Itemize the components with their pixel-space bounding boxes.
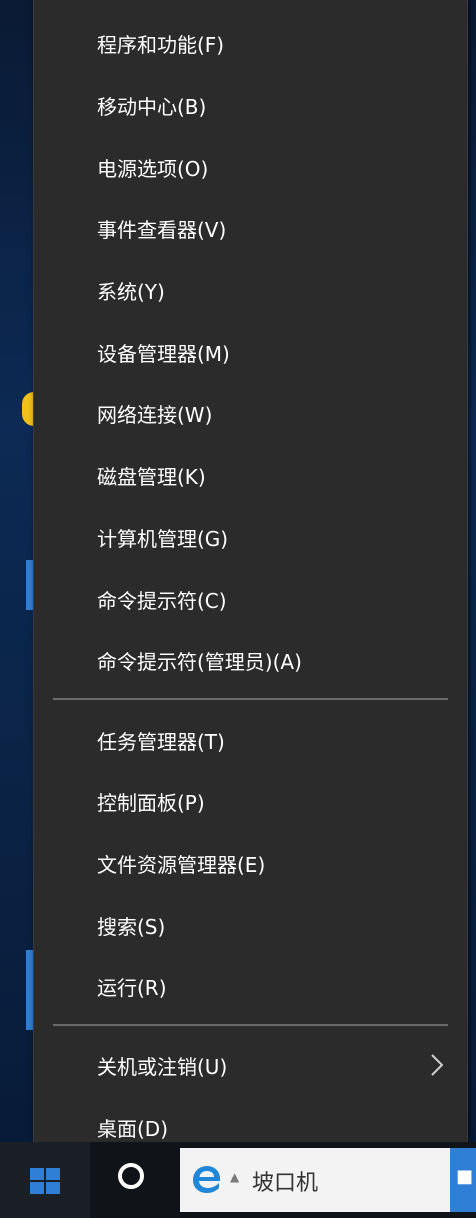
menu-item-label: 文件资源管理器(E) xyxy=(97,852,266,877)
menu-item-label: 事件查看器(V) xyxy=(97,217,227,242)
menu-item-label: 任务管理器(T) xyxy=(97,729,225,754)
menu-item-run[interactable]: 运行(R) xyxy=(34,957,467,1015)
taskbar-pinned-app[interactable]: ■ xyxy=(450,1148,476,1212)
menu-item-search[interactable]: 搜索(S) xyxy=(34,896,467,954)
menu-item-task-manager[interactable]: 任务管理器(T) xyxy=(34,711,467,769)
menu-item-label: 命令提示符(管理员)(A) xyxy=(97,649,302,674)
menu-separator xyxy=(53,698,448,700)
menu-item-label: 桌面(D) xyxy=(97,1116,169,1141)
menu-item-power-options[interactable]: 电源选项(O) xyxy=(34,138,467,196)
chevron-right-icon xyxy=(431,1054,443,1076)
menu-item-label: 控制面板(P) xyxy=(97,790,205,815)
menu-item-mobility-center[interactable]: 移动中心(B) xyxy=(34,76,467,134)
taskbar-search-text: 坡口机 xyxy=(252,1171,319,1196)
menu-item-shutdown-signout[interactable]: 关机或注销(U) xyxy=(34,1036,467,1094)
menu-item-label: 搜索(S) xyxy=(97,914,166,939)
menu-item-label: 关机或注销(U) xyxy=(97,1054,228,1079)
menu-item-label: 程序和功能(F) xyxy=(97,32,225,57)
menu-item-system[interactable]: 系统(Y) xyxy=(34,261,467,319)
windows-logo-icon[interactable] xyxy=(30,1168,60,1194)
menu-item-label: 系统(Y) xyxy=(97,279,165,304)
menu-item-event-viewer[interactable]: 事件查看器(V) xyxy=(34,199,467,257)
menu-item-label: 命令提示符(C) xyxy=(97,588,227,613)
menu-item-label: 运行(R) xyxy=(97,975,167,1000)
winx-context-menu: 程序和功能(F) 移动中心(B) 电源选项(O) 事件查看器(V) 系统(Y) … xyxy=(33,0,468,1173)
menu-item-network-connections[interactable]: 网络连接(W) xyxy=(34,384,467,442)
caret-up-icon: ▲ xyxy=(230,1170,240,1184)
menu-item-disk-management[interactable]: 磁盘管理(K) xyxy=(34,446,467,504)
menu-item-label: 网络连接(W) xyxy=(97,402,213,427)
menu-item-programs-features[interactable]: 程序和功能(F) xyxy=(34,14,467,72)
menu-item-label: 磁盘管理(K) xyxy=(97,464,206,489)
menu-separator xyxy=(53,1024,448,1026)
menu-item-file-explorer[interactable]: 文件资源管理器(E) xyxy=(34,834,467,892)
cortana-circle-icon[interactable] xyxy=(118,1163,144,1189)
edge-icon xyxy=(193,1166,221,1193)
menu-item-label: 设备管理器(M) xyxy=(97,341,230,366)
menu-item-control-panel[interactable]: 控制面板(P) xyxy=(34,772,467,830)
menu-item-label: 电源选项(O) xyxy=(97,156,209,181)
menu-item-label: 移动中心(B) xyxy=(97,94,207,119)
menu-item-device-manager[interactable]: 设备管理器(M) xyxy=(34,323,467,381)
menu-item-command-prompt[interactable]: 命令提示符(C) xyxy=(34,570,467,628)
menu-item-command-prompt-admin[interactable]: 命令提示符(管理员)(A) xyxy=(34,631,467,689)
pinned-app-icon: ■ xyxy=(456,1166,474,1187)
menu-item-computer-management[interactable]: 计算机管理(G) xyxy=(34,508,467,566)
menu-item-label: 计算机管理(G) xyxy=(97,526,229,551)
